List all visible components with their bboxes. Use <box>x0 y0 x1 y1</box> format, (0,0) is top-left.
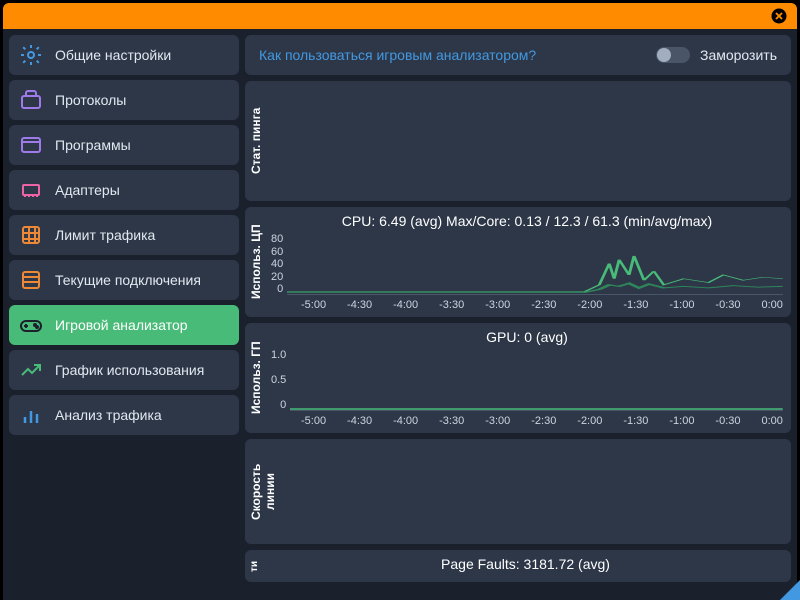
gpu-y-axis: 1.0 0.5 0 <box>271 349 290 411</box>
ping-panel: Стат. пинга <box>245 81 791 201</box>
sidebar-item-label: Протоколы <box>55 92 126 108</box>
cpu-title: CPU: 6.49 (avg) Max/Core: 0.13 / 12.3 / … <box>271 211 783 233</box>
cpu-label: Использ. ЦП <box>245 207 267 317</box>
gpu-label: Использ. ГП <box>245 323 267 433</box>
sidebar-item-label: График использования <box>55 362 204 378</box>
ethernet-icon <box>19 178 43 202</box>
title-bar <box>3 3 797 29</box>
sidebar-item-label: Анализ трафика <box>55 407 162 423</box>
sidebar-item-programs[interactable]: Программы <box>9 125 239 165</box>
gpu-plot <box>290 349 783 411</box>
close-button[interactable] <box>769 6 789 26</box>
content: Как пользоваться игровым анализатором? З… <box>245 35 791 594</box>
window-icon <box>19 133 43 157</box>
sidebar-item-general[interactable]: Общие настройки <box>9 35 239 75</box>
gamepad-icon <box>19 313 43 337</box>
pf-title: Page Faults: 3181.72 (avg) <box>268 554 783 576</box>
line-chart-icon <box>19 358 43 382</box>
freeze-toggle[interactable] <box>656 47 690 63</box>
cpu-x-axis: -5:00-4:30-4:00-3:30-3:00-2:30-2:00-1:30… <box>271 295 783 313</box>
grid-icon <box>19 223 43 247</box>
help-link[interactable]: Как пользоваться игровым анализатором? <box>259 47 536 63</box>
freeze-label: Заморозить <box>700 47 777 63</box>
sidebar-item-protocols[interactable]: Протоколы <box>9 80 239 120</box>
gear-icon <box>19 43 43 67</box>
sidebar-item-traffic-analysis[interactable]: Анализ трафика <box>9 395 239 435</box>
list-icon <box>19 268 43 292</box>
sidebar-item-label: Игровой анализатор <box>55 317 188 333</box>
protocols-icon <box>19 88 43 112</box>
gpu-panel: Использ. ГП GPU: 0 (avg) 1.0 0.5 0 <box>245 323 791 433</box>
cpu-y-axis: 80 60 40 20 0 <box>271 233 287 295</box>
cpu-plot <box>287 233 783 295</box>
sidebar-item-adapters[interactable]: Адаптеры <box>9 170 239 210</box>
sidebar-item-traffic-limit[interactable]: Лимит трафика <box>9 215 239 255</box>
top-bar: Как пользоваться игровым анализатором? З… <box>245 35 791 75</box>
sidebar-item-connections[interactable]: Текущие подключения <box>9 260 239 300</box>
pf-label: ти <box>245 550 264 582</box>
gpu-title: GPU: 0 (avg) <box>271 327 783 349</box>
sidebar-item-game-analyzer[interactable]: Игровой анализатор <box>9 305 239 345</box>
line-label: Скорость линии <box>245 439 281 544</box>
sidebar-item-label: Адаптеры <box>55 182 120 198</box>
sidebar-item-label: Программы <box>55 137 131 153</box>
ping-label: Стат. пинга <box>245 81 267 201</box>
sidebar-item-label: Текущие подключения <box>55 272 201 288</box>
main-container: Общие настройки Протоколы Программы Адап… <box>3 29 797 600</box>
bar-chart-icon <box>19 403 43 427</box>
cpu-panel: Использ. ЦП CPU: 6.49 (avg) Max/Core: 0.… <box>245 207 791 317</box>
sidebar-item-label: Лимит трафика <box>55 227 155 243</box>
sidebar-item-usage-graph[interactable]: График использования <box>9 350 239 390</box>
gpu-x-axis: -5:00-4:30-4:00-3:30-3:00-2:30-2:00-1:30… <box>271 411 783 429</box>
line-speed-panel: Скорость линии <box>245 439 791 544</box>
close-icon <box>770 7 788 25</box>
freeze-control: Заморозить <box>656 47 777 63</box>
pagefaults-panel: ти Page Faults: 3181.72 (avg) <box>245 550 791 582</box>
sidebar-item-label: Общие настройки <box>55 47 171 63</box>
sidebar: Общие настройки Протоколы Программы Адап… <box>9 35 239 594</box>
